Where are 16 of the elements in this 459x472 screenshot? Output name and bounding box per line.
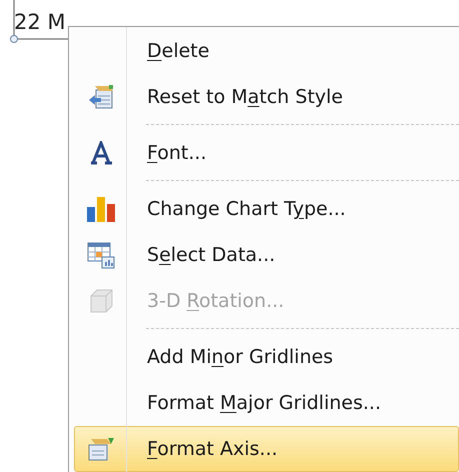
menu-item[interactable]: Font... <box>74 130 459 176</box>
menu-item[interactable]: Change Chart Type... <box>74 186 459 232</box>
cube-icon <box>88 288 114 314</box>
menu-item[interactable]: Format Axis... <box>74 426 459 472</box>
menu-item[interactable]: Delete <box>74 28 459 74</box>
selection-handle-icon[interactable] <box>9 0 69 45</box>
font-icon <box>89 141 113 165</box>
format-reset-icon <box>88 84 114 110</box>
table-chart-icon <box>87 241 115 269</box>
format-icon <box>87 436 115 462</box>
axis-label: 22 M <box>14 10 66 34</box>
menu-item[interactable]: Reset to Match Style <box>74 74 459 120</box>
menu-item[interactable]: Add Minor Gridlines <box>74 334 459 380</box>
bar-chart-icon <box>86 195 116 223</box>
menu-item[interactable]: Select Data... <box>74 232 459 278</box>
menu-item[interactable]: Format Major Gridlines... <box>74 380 459 426</box>
